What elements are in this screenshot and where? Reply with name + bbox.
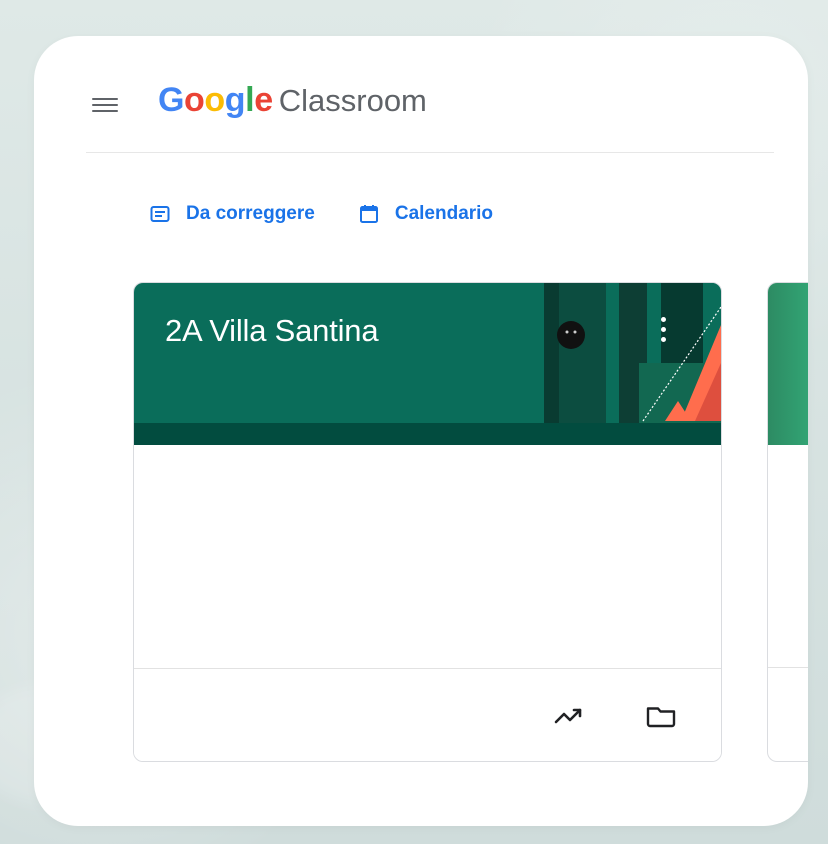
google-letter-l: l bbox=[245, 81, 255, 119]
classroom-window: G o o g l e Classroom Da correggere Cale… bbox=[34, 36, 808, 826]
to-review-label: Da correggere bbox=[186, 203, 315, 224]
google-classroom-logo: G o o g l e Classroom bbox=[158, 83, 427, 123]
top-bar: G o o g l e Classroom bbox=[86, 66, 774, 153]
google-letter-g-2: g bbox=[224, 81, 246, 119]
calendar-icon bbox=[357, 202, 381, 226]
assignment-icon bbox=[148, 202, 172, 226]
next-course-card-peek bbox=[767, 282, 808, 762]
course-banner-illustration bbox=[541, 283, 721, 445]
course-header-strip bbox=[134, 423, 721, 445]
course-card[interactable]: 2A Villa Santina bbox=[133, 282, 722, 762]
course-footer bbox=[134, 668, 721, 761]
more-vert-icon[interactable] bbox=[653, 313, 673, 347]
google-letter-o: o bbox=[184, 81, 205, 119]
course-body bbox=[134, 445, 721, 667]
folder-icon[interactable] bbox=[644, 698, 678, 732]
quick-actions: Da correggere Calendario bbox=[148, 202, 493, 226]
calendar-link[interactable]: Calendario bbox=[357, 202, 493, 226]
course-title[interactable]: 2A Villa Santina bbox=[165, 313, 379, 349]
google-letter-g: G bbox=[158, 81, 185, 119]
course-header: 2A Villa Santina bbox=[134, 283, 721, 445]
next-course-footer-divider bbox=[768, 667, 808, 668]
google-wordmark: G o o g l e bbox=[158, 83, 273, 117]
google-letter-e: e bbox=[254, 81, 273, 119]
menu-icon[interactable] bbox=[86, 90, 124, 118]
calendar-label: Calendario bbox=[394, 203, 494, 224]
trending-up-icon[interactable] bbox=[552, 698, 586, 732]
google-letter-o-2: o bbox=[204, 81, 225, 119]
next-course-header bbox=[768, 283, 808, 445]
product-name: Classroom bbox=[278, 83, 427, 118]
to-review-link[interactable]: Da correggere bbox=[148, 202, 315, 226]
